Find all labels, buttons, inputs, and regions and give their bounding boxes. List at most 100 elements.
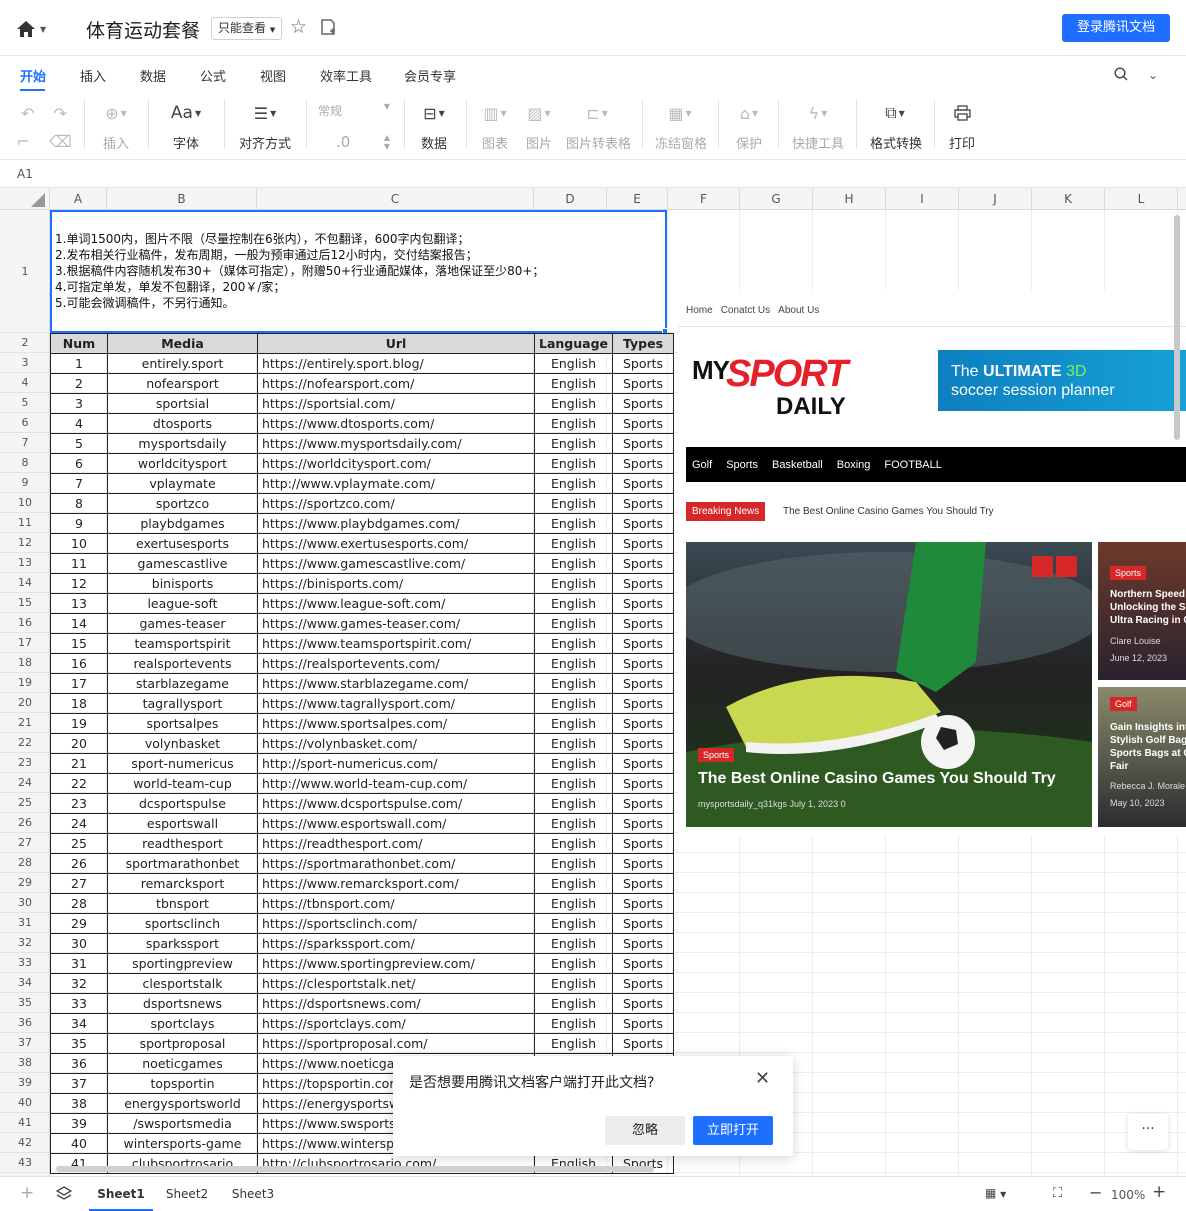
row-header[interactable]: 15 (0, 593, 49, 613)
row-header[interactable]: 42 (0, 1133, 49, 1153)
row-header[interactable]: 3 (0, 353, 49, 373)
cell-language[interactable]: English (533, 573, 614, 594)
row-header[interactable]: 30 (0, 893, 49, 913)
cell-media[interactable]: games-teaser (107, 613, 258, 634)
zoom-in-icon[interactable]: + (1152, 1182, 1166, 1202)
grid-view-icon[interactable]: ▦ ▼ (985, 1186, 1006, 1200)
tab-view[interactable]: 视图 (260, 66, 286, 85)
cell-types[interactable]: Sports (612, 813, 675, 834)
cell-language[interactable]: English (533, 693, 614, 714)
cell-num[interactable]: 13 (50, 593, 108, 614)
row-header[interactable]: 40 (0, 1093, 49, 1113)
cell-num[interactable]: 27 (50, 873, 108, 894)
cell-url[interactable]: https://www.dtosports.com/ (257, 413, 535, 434)
cell-language[interactable]: English (533, 933, 614, 954)
row-header[interactable]: 19 (0, 673, 49, 693)
cell-media[interactable]: starblazegame (107, 673, 258, 694)
cell-num[interactable]: 26 (50, 853, 108, 874)
tab-formula[interactable]: 公式 (200, 66, 226, 85)
cell-language[interactable]: English (533, 993, 614, 1014)
cell-types[interactable]: Sports (612, 653, 675, 674)
cell-types[interactable]: Sports (612, 393, 675, 414)
column-header-a[interactable]: A (50, 188, 107, 210)
cell-types[interactable]: Sports (612, 373, 675, 394)
cell-media[interactable]: sportproposal (107, 1033, 258, 1054)
column-header-j[interactable]: J (959, 188, 1032, 210)
star-icon[interactable]: ☆ (290, 16, 307, 38)
cell-language[interactable]: English (533, 833, 614, 854)
cell-types[interactable]: Sports (612, 953, 675, 974)
cell-language[interactable]: English (533, 673, 614, 694)
cell-num[interactable]: 11 (50, 553, 108, 574)
cell-num[interactable]: 1 (50, 353, 108, 374)
cell-types[interactable]: Sports (612, 553, 675, 574)
cell-types[interactable]: Sports (612, 533, 675, 554)
cell-media[interactable]: sportclays (107, 1013, 258, 1034)
cell-types[interactable]: Sports (612, 753, 675, 774)
cell-types[interactable]: Sports (612, 973, 675, 994)
cell-num[interactable]: 14 (50, 613, 108, 634)
decimal-stepper[interactable]: .0 ▲ ▼ (318, 133, 390, 151)
cell-language[interactable]: English (533, 553, 614, 574)
cell-url[interactable]: https://www.league-soft.com/ (257, 593, 535, 614)
column-header-h[interactable]: H (813, 188, 886, 210)
cell-url[interactable]: https://tbnsport.com/ (257, 893, 535, 914)
row-header[interactable]: 10 (0, 493, 49, 513)
column-header-l[interactable]: L (1105, 188, 1178, 210)
cell-num[interactable]: 17 (50, 673, 108, 694)
header-num[interactable]: Num (50, 333, 108, 354)
insert-button[interactable]: ⊕ ▼ 插入 (96, 102, 136, 153)
cell-types[interactable]: Sports (612, 673, 675, 694)
freeze-button[interactable]: ▦ ▼ 冻结窗格 (655, 102, 707, 153)
search-icon[interactable] (1114, 66, 1128, 85)
sheet-tab-1[interactable]: Sheet1 (89, 1177, 153, 1211)
row-header[interactable]: 6 (0, 413, 49, 433)
row-header[interactable]: 16 (0, 613, 49, 633)
column-header-c[interactable]: C (257, 188, 534, 210)
row-header[interactable]: 39 (0, 1073, 49, 1093)
cell-language[interactable]: English (533, 733, 614, 754)
fullscreen-icon[interactable]: ⛶ (1053, 1186, 1062, 1201)
row-header[interactable]: 9 (0, 473, 49, 493)
cell-num[interactable]: 40 (50, 1133, 108, 1154)
cell-media[interactable]: dcsportspulse (107, 793, 258, 814)
row-header[interactable]: 33 (0, 953, 49, 973)
cell-url[interactable]: http://www.world-team-cup.com/ (257, 773, 535, 794)
cell-url[interactable]: https://volynbasket.com/ (257, 733, 535, 754)
cell-language[interactable]: English (533, 873, 614, 894)
cell-language[interactable]: English (533, 813, 614, 834)
cell-url[interactable]: https://realsportevents.com/ (257, 653, 535, 674)
zoom-out-icon[interactable]: − (1089, 1183, 1102, 1202)
cell-types[interactable]: Sports (612, 1033, 675, 1054)
sheet-tab-2[interactable]: Sheet2 (155, 1177, 219, 1211)
row-header[interactable]: 11 (0, 513, 49, 533)
cell-num[interactable]: 2 (50, 373, 108, 394)
header-types[interactable]: Types (612, 333, 675, 354)
cell-media[interactable]: tbnsport (107, 893, 258, 914)
column-header-e[interactable]: E (607, 188, 668, 210)
cell-num[interactable]: 22 (50, 773, 108, 794)
cell-language[interactable]: English (533, 533, 614, 554)
row-header[interactable]: 25 (0, 793, 49, 813)
cell-num[interactable]: 12 (50, 573, 108, 594)
tab-start[interactable]: 开始 (20, 66, 46, 85)
close-icon[interactable]: ✕ (755, 1068, 770, 1089)
home-button[interactable]: ▼ (16, 18, 52, 40)
header-language[interactable]: Language (533, 333, 614, 354)
number-format-select[interactable]: 常规 ▼ (318, 102, 390, 119)
cell-num[interactable]: 6 (50, 453, 108, 474)
cell-types[interactable]: Sports (612, 893, 675, 914)
tab-data[interactable]: 数据 (140, 66, 166, 85)
cell-url[interactable]: https://www.games-teaser.com/ (257, 613, 535, 634)
column-header-i[interactable]: I (886, 188, 959, 210)
cell-media[interactable]: nofearsport (107, 373, 258, 394)
cell-media[interactable]: sportsclinch (107, 913, 258, 934)
cell-num[interactable]: 10 (50, 533, 108, 554)
redo-icon[interactable]: ↷ (54, 104, 67, 123)
cell-num[interactable]: 33 (50, 993, 108, 1014)
column-header-g[interactable]: G (740, 188, 813, 210)
column-header-b[interactable]: B (107, 188, 257, 210)
cell-url[interactable]: https://sportzco.com/ (257, 493, 535, 514)
font-button[interactable]: Aa ▼ 字体 (166, 102, 206, 152)
print-button[interactable]: 打印 (948, 102, 976, 152)
